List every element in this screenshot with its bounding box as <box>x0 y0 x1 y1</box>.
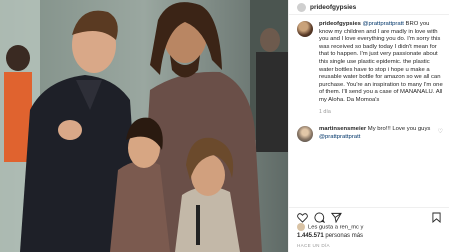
post-photo[interactable] <box>0 0 288 252</box>
header-username[interactable]: prideofgypsies <box>310 4 356 11</box>
reply-avatar[interactable] <box>297 126 313 143</box>
likes-user[interactable]: ren_mc y <box>340 225 364 231</box>
comment-icon[interactable] <box>314 212 325 223</box>
comments-panel: prideofgypsies prideofgypsies @prattprat… <box>288 0 449 252</box>
post-date[interactable]: HACE UN DÍA <box>297 243 330 248</box>
reply-text-before: My bro!!! <box>367 126 391 133</box>
reply-username[interactable]: martinsensmeier <box>319 126 366 132</box>
post-header: prideofgypsies <box>289 0 449 15</box>
liker-avatar[interactable] <box>297 223 305 231</box>
caption-text-block: prideofgypsies @prattprattpratt BRO you … <box>319 21 443 116</box>
reply-comment: martinsensmeier My bro!!! Love you guys … <box>289 126 449 143</box>
caption-avatar[interactable] <box>297 21 313 37</box>
caption-mention[interactable]: @prattprattpratt <box>363 21 404 27</box>
share-icon[interactable] <box>331 212 342 223</box>
reply-mention[interactable]: @prattprattpratt <box>319 134 360 140</box>
caption-username[interactable]: prideofgypsies <box>319 21 361 27</box>
reply-text-block: martinsensmeier My bro!!! Love you guys … <box>319 126 443 142</box>
likes-suffix: personas más <box>325 233 364 239</box>
likes-line: Les gusta a ren_mc y <box>297 223 363 231</box>
likes-count-line[interactable]: 1.445.571 personas más <box>297 233 363 239</box>
likes-prefix: Les gusta a <box>308 224 338 231</box>
caption-body: BRO you know my children and I are madly… <box>319 21 443 103</box>
bookmark-icon[interactable] <box>431 212 442 223</box>
like-comment-heart-icon[interactable]: ♡ <box>438 128 443 135</box>
caption-time[interactable]: 1 día <box>319 109 443 117</box>
post-actions <box>289 207 449 223</box>
photo-illustration <box>0 0 288 252</box>
reply-text-after: Love you guys <box>392 126 431 133</box>
caption-comment: prideofgypsies @prattprattpratt BRO you … <box>289 21 449 116</box>
likes-count[interactable]: 1.445.571 <box>297 233 324 239</box>
heart-icon[interactable] <box>297 212 308 223</box>
header-avatar[interactable] <box>297 2 306 12</box>
